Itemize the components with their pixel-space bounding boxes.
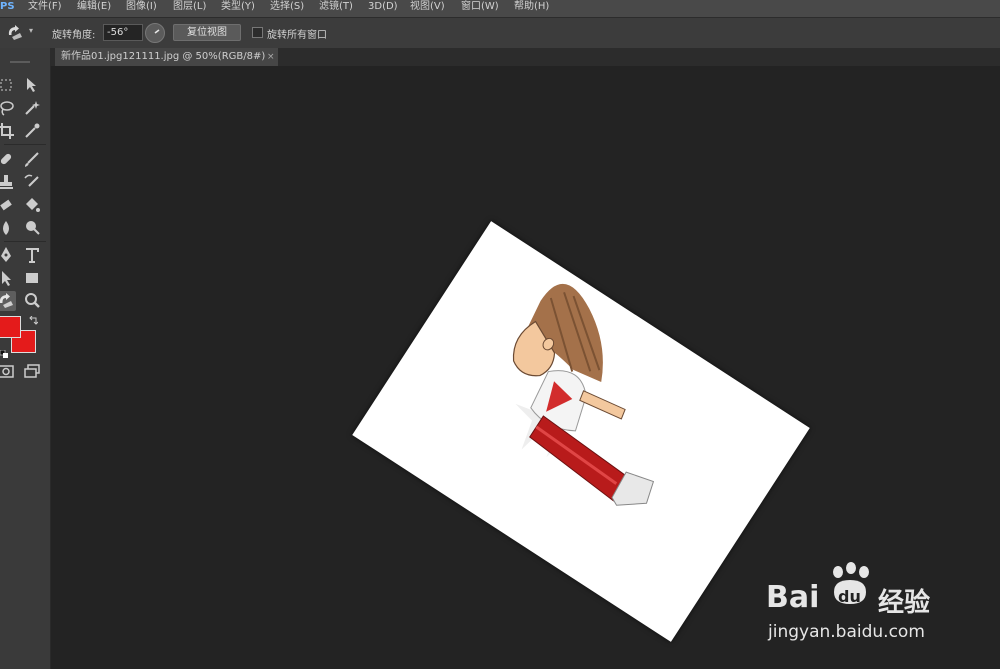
tool-preset-chevron-icon[interactable]: ▾	[29, 26, 33, 35]
rotate-all-windows-label: 旋转所有窗口	[267, 30, 327, 41]
document-tab-title: 新作品01.jpg121111.jpg @ 50%(RGB/8#)	[61, 51, 266, 62]
eyedropper-icon[interactable]	[22, 121, 42, 141]
menu-help[interactable]: 帮助(H)	[514, 0, 549, 17]
zoom-icon[interactable]	[22, 291, 42, 311]
angle-label: 旋转角度:	[52, 30, 96, 41]
move-icon[interactable]	[22, 75, 42, 95]
eraser-icon[interactable]	[0, 195, 16, 215]
menu-layer[interactable]: 图层(L)	[173, 0, 206, 17]
dodge-icon[interactable]	[22, 218, 42, 238]
toolbox-divider	[4, 241, 46, 242]
menu-view[interactable]: 视图(V)	[410, 0, 445, 17]
reset-view-button[interactable]: 复位视图	[173, 24, 241, 41]
paint-bucket-icon[interactable]	[22, 195, 42, 215]
menu-select[interactable]: 选择(S)	[270, 0, 304, 17]
menu-window[interactable]: 窗口(W)	[461, 0, 499, 17]
foreground-color-swatch[interactable]	[0, 316, 21, 338]
brush-icon[interactable]	[22, 149, 42, 169]
close-icon[interactable]: ×	[267, 48, 275, 66]
app-logo: PS	[0, 1, 15, 12]
menu-bar: PS 文件(F) 编辑(E) 图像(I) 图层(L) 类型(Y) 选择(S) 滤…	[0, 0, 1000, 17]
watermark-brand: Bai	[766, 580, 820, 615]
swap-colors-icon[interactable]	[28, 311, 39, 325]
clone-stamp-icon[interactable]	[0, 172, 16, 192]
marquee-icon[interactable]	[0, 75, 16, 95]
healing-brush-icon[interactable]	[0, 149, 16, 169]
pen-icon[interactable]	[0, 245, 16, 265]
menu-3d[interactable]: 3D(D)	[368, 0, 398, 17]
menu-image[interactable]: 图像(I)	[126, 0, 157, 17]
toolbox-grip[interactable]	[10, 61, 30, 63]
rectangle-icon[interactable]	[22, 268, 42, 288]
menu-type[interactable]: 类型(Y)	[221, 0, 255, 17]
rotate-all-windows-checkbox[interactable]	[252, 27, 263, 38]
magic-wand-icon[interactable]	[22, 98, 42, 118]
default-colors-icon[interactable]	[0, 343, 8, 358]
options-bar: ▾ 旋转角度: -56° 复位视图 旋转所有窗口	[0, 17, 1000, 48]
menu-file[interactable]: 文件(F)	[28, 0, 62, 17]
history-brush-icon[interactable]	[22, 172, 42, 192]
rotation-dial-icon[interactable]	[145, 23, 165, 43]
blur-icon[interactable]	[0, 218, 16, 238]
rotate-view-icon[interactable]	[0, 291, 16, 311]
character-illustration	[512, 283, 655, 506]
screen-mode-icon[interactable]	[22, 361, 42, 381]
watermark-url: jingyan.baidu.com	[768, 622, 925, 642]
crop-icon[interactable]	[0, 121, 16, 141]
watermark-brand-suffix: du	[838, 587, 861, 606]
rotate-view-icon[interactable]	[6, 24, 24, 42]
rotation-angle-input[interactable]: -56°	[103, 24, 143, 41]
document-canvas[interactable]	[352, 221, 810, 642]
document-tab[interactable]: 新作品01.jpg121111.jpg @ 50%(RGB/8#) ×	[55, 48, 278, 66]
toolbox-divider	[4, 144, 46, 145]
type-icon[interactable]	[22, 245, 42, 265]
menu-edit[interactable]: 编辑(E)	[77, 0, 111, 17]
baidu-watermark: Bai du 经验 jingyan.baidu.com	[760, 560, 990, 650]
quick-mask-icon[interactable]	[0, 361, 16, 381]
toolbox	[0, 48, 51, 669]
document-tab-bar: 新作品01.jpg121111.jpg @ 50%(RGB/8#) ×	[50, 48, 1000, 66]
watermark-product: 经验	[878, 588, 931, 618]
path-select-icon[interactable]	[0, 268, 16, 288]
menu-filter[interactable]: 滤镜(T)	[319, 0, 353, 17]
lasso-icon[interactable]	[0, 98, 16, 118]
